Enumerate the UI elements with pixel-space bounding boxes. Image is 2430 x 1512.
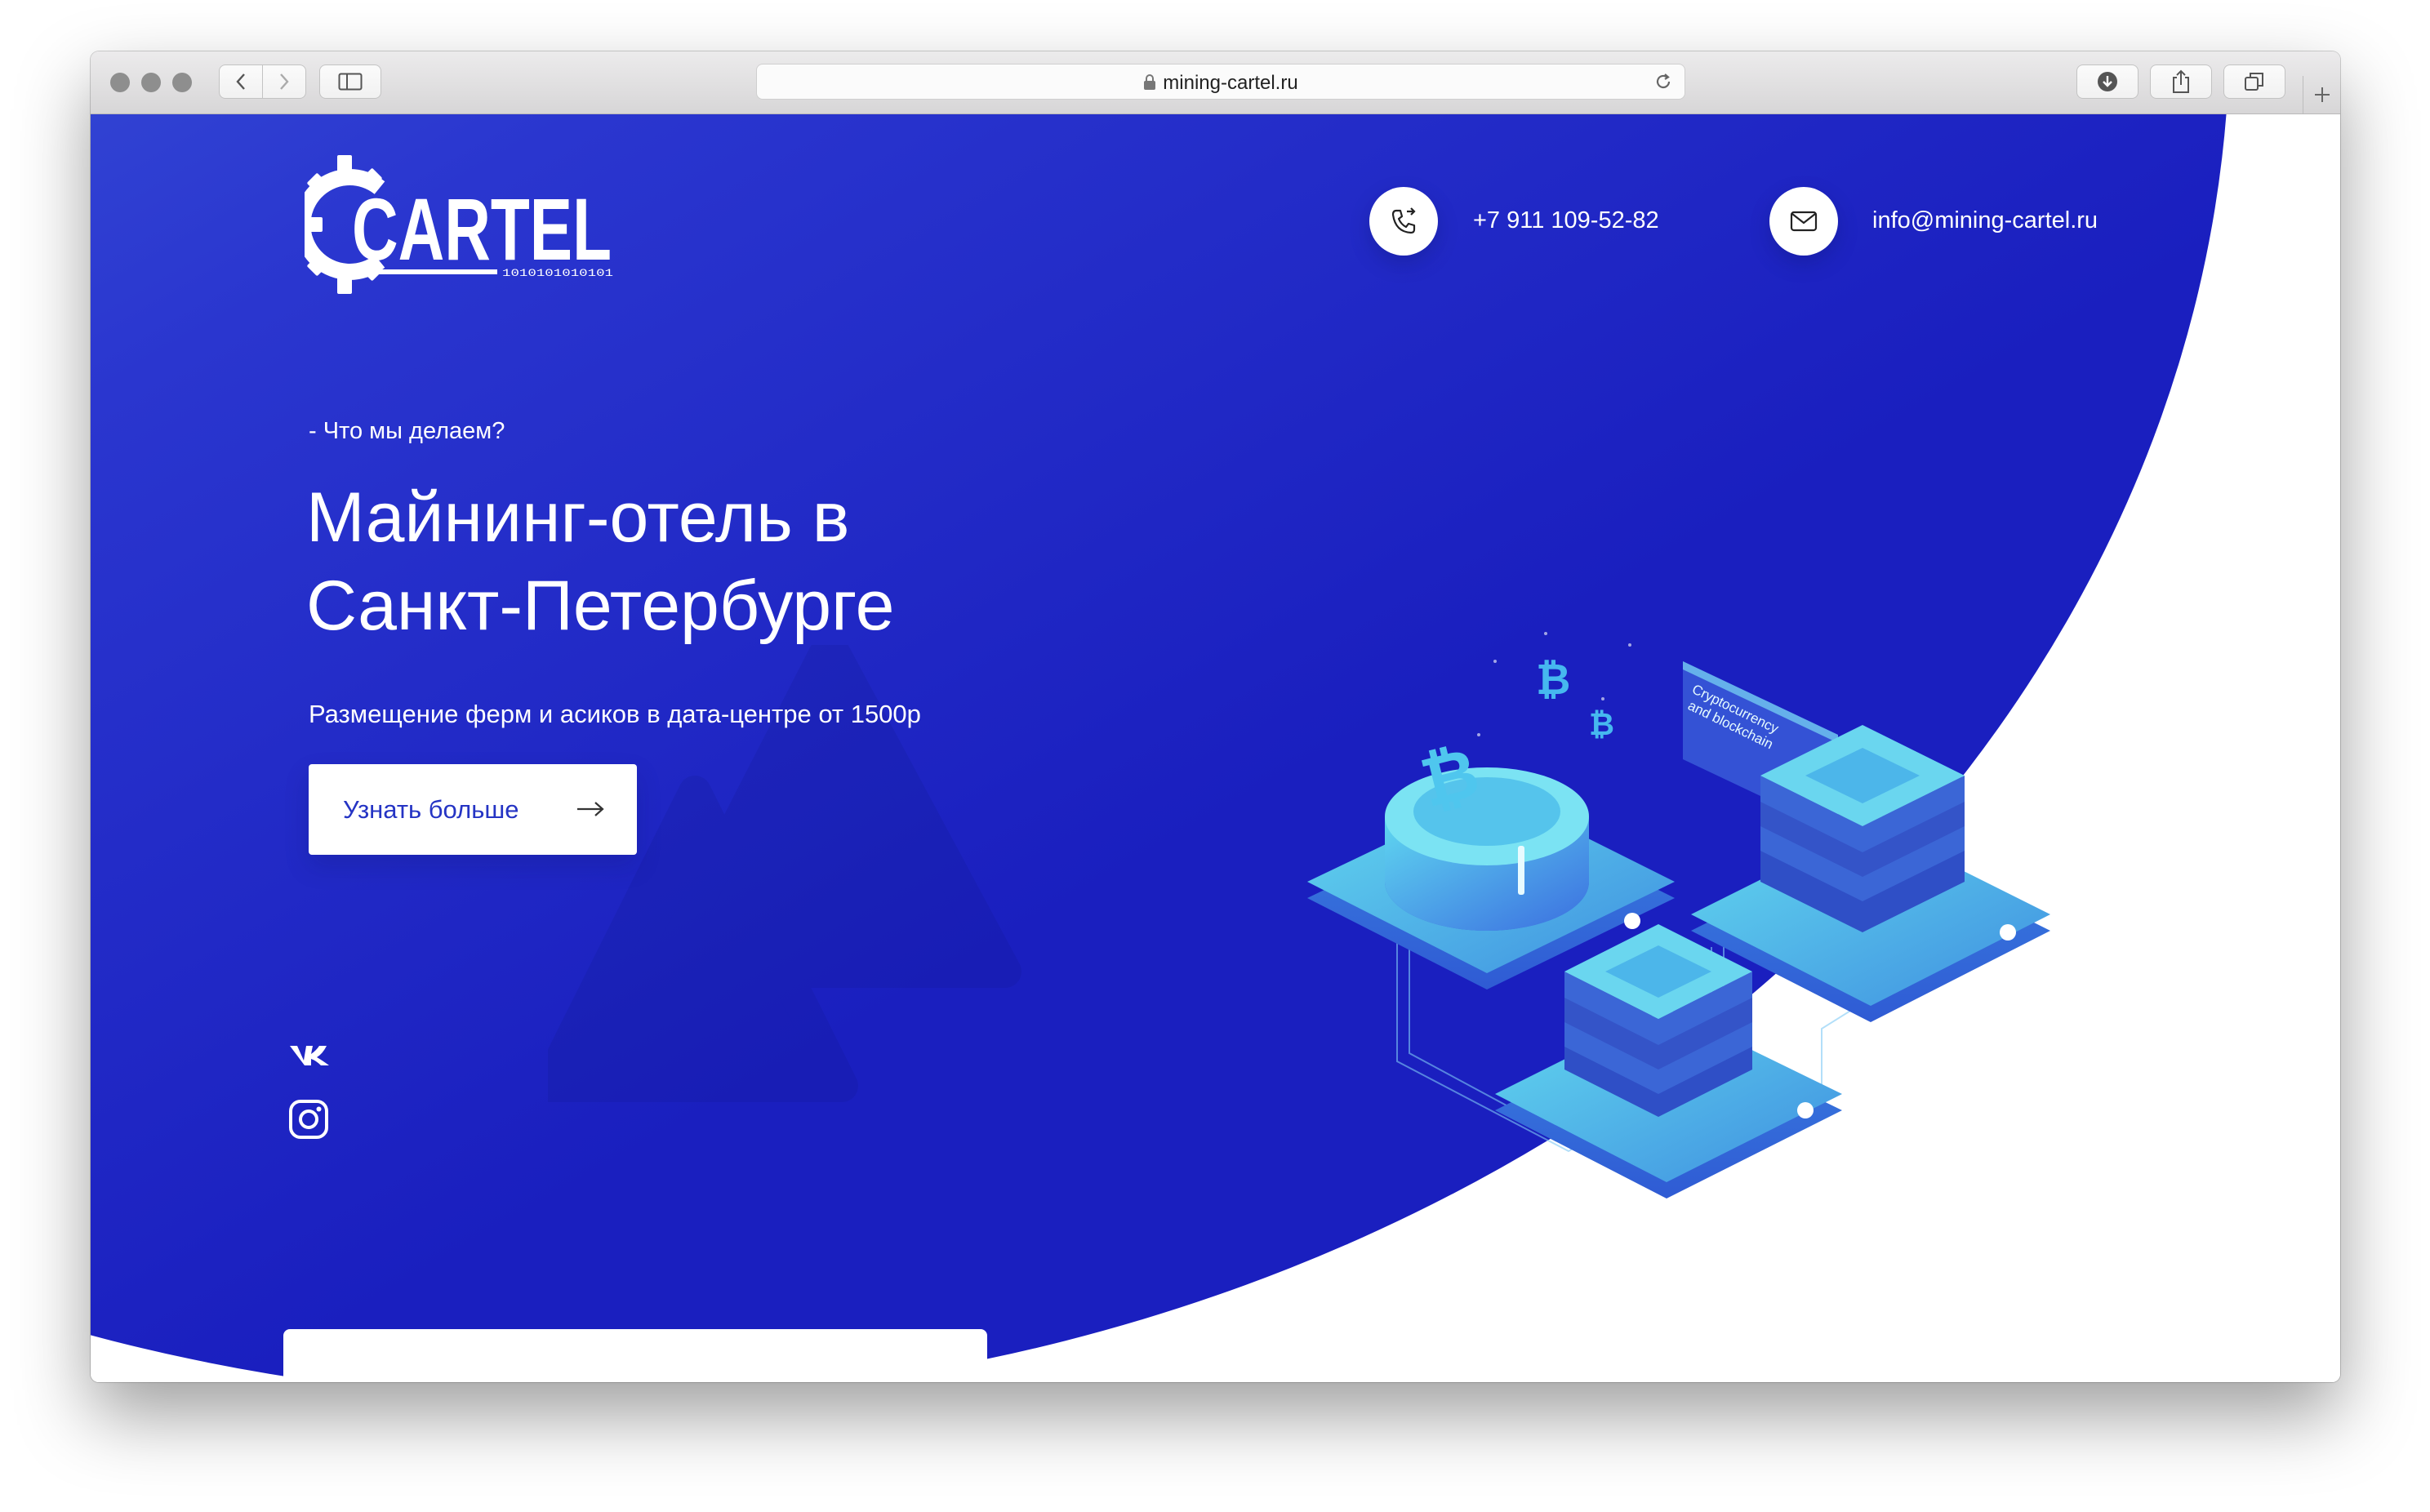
- forward-button[interactable]: [262, 64, 306, 99]
- hero-title-line-1: Майнинг-отель в: [306, 478, 850, 557]
- svg-text:₿: ₿: [1536, 656, 1570, 705]
- minimize-window-button[interactable]: [141, 73, 161, 92]
- sidebar-button[interactable]: [319, 64, 381, 99]
- chevron-left-icon: [236, 73, 245, 90]
- download-icon: [2098, 72, 2117, 91]
- plus-icon: [2315, 87, 2330, 102]
- tabs-icon: [2245, 73, 2263, 91]
- sidebar-icon: [338, 73, 363, 91]
- instagram-link[interactable]: [288, 1099, 329, 1144]
- lock-icon: [1144, 74, 1156, 90]
- new-tab-button[interactable]: [2303, 76, 2340, 113]
- chevron-right-icon: [280, 73, 289, 90]
- share-button[interactable]: [2150, 64, 2212, 99]
- hero-title-line-2: Санкт-Петербурге: [306, 567, 895, 645]
- coin-platform: ₿ ₿ ₿: [1307, 632, 1675, 989]
- logo-wordmark: CARTEL: [352, 180, 612, 278]
- reload-icon[interactable]: [1653, 72, 1673, 91]
- downloads-button[interactable]: [2076, 64, 2138, 99]
- browser-toolbar: mining-cartel.ru: [91, 51, 2340, 114]
- learn-more-button[interactable]: Узнать больше: [309, 764, 637, 855]
- back-button[interactable]: [219, 64, 263, 99]
- email-button[interactable]: [1769, 187, 1838, 256]
- browser-window: mining-cartel.ru CARTEL 1010101010101 +7…: [91, 51, 2340, 1382]
- url-text: mining-cartel.ru: [1163, 72, 1298, 94]
- mining-illustration: Cryptocurrency and blockchain ₿ ₿ ₿: [1307, 632, 2050, 1198]
- arrow-right-icon: [577, 802, 604, 816]
- tabs-overview-button[interactable]: [2223, 64, 2285, 99]
- address-bar[interactable]: mining-cartel.ru: [756, 64, 1685, 100]
- logo-binary: 1010101010101: [502, 267, 613, 279]
- mail-icon: [1790, 211, 1818, 232]
- hero-title: Майнинг-отель в Санкт-Петербурге: [306, 474, 1041, 650]
- hero-subtitle: Размещение ферм и асиков в дата-центре о…: [309, 700, 921, 728]
- phone-button[interactable]: [1369, 187, 1438, 256]
- close-window-button[interactable]: [110, 73, 130, 92]
- zoom-window-button[interactable]: [172, 73, 192, 92]
- vk-icon: [290, 1046, 329, 1065]
- page-viewport: CARTEL 1010101010101 +7 911 109-52-82 in…: [91, 114, 2340, 1382]
- phone-icon: [1391, 207, 1416, 234]
- share-icon: [2173, 69, 2189, 93]
- learn-more-label: Узнать больше: [343, 795, 519, 824]
- info-card: [283, 1329, 987, 1382]
- cartel-logo: CARTEL 1010101010101: [305, 155, 613, 294]
- instagram-icon: [289, 1100, 328, 1139]
- phone-link[interactable]: +7 911 109-52-82: [1473, 207, 1659, 234]
- email-link[interactable]: info@mining-cartel.ru: [1872, 207, 2098, 234]
- vk-link[interactable]: [288, 1043, 331, 1071]
- section-eyebrow: - Что мы делаем?: [309, 418, 505, 444]
- svg-text:₿: ₿: [1589, 706, 1614, 742]
